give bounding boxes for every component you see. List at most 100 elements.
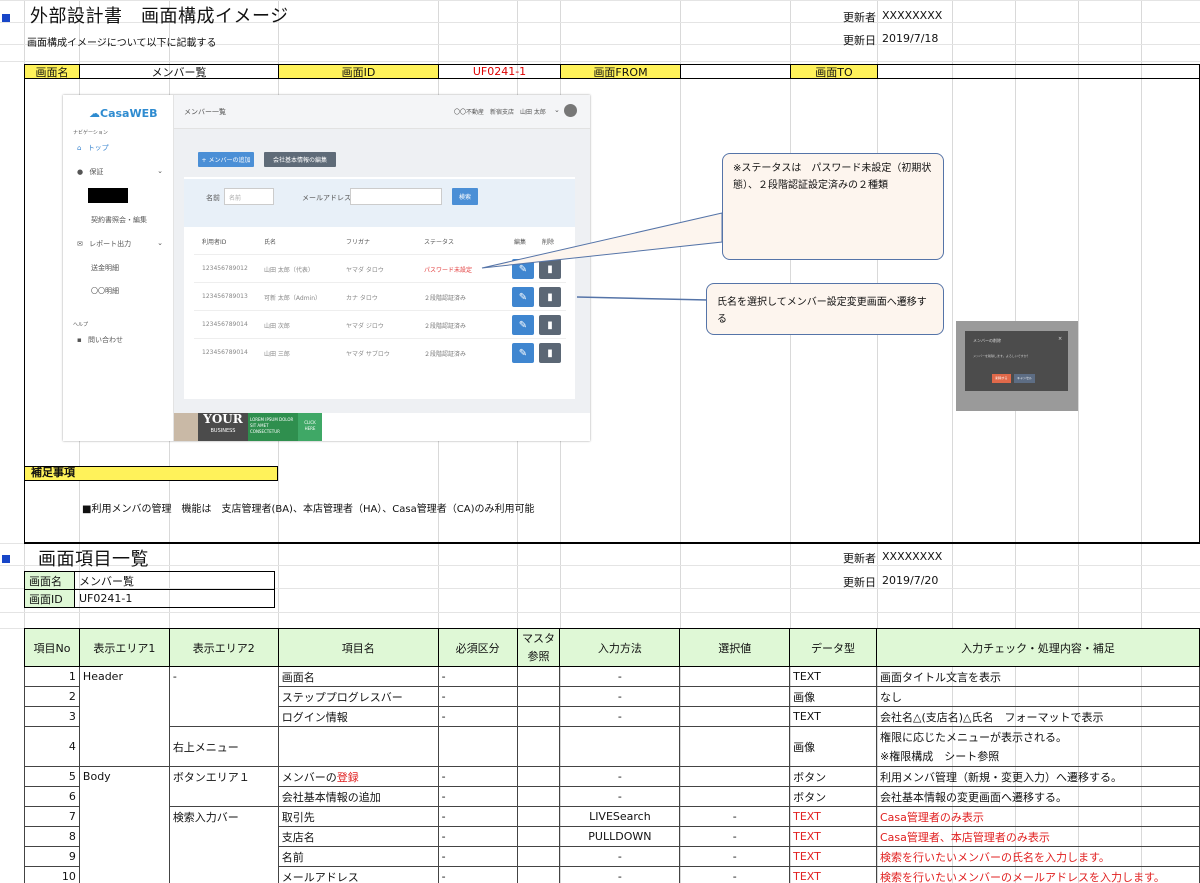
table-cell-type: TEXT: [789, 666, 877, 687]
table-cell-input: -: [559, 866, 681, 883]
table-cell-input: -: [559, 786, 681, 807]
section-marker-icon: [2, 555, 10, 563]
table-cell-area2: -: [168, 666, 279, 687]
table-cell-required: -: [437, 666, 518, 687]
table-cell-note: 権限に応じたメニューが表示される。 ※権限構成 シート参照: [876, 726, 1200, 767]
table-cell-select: -: [679, 846, 791, 867]
item-list-updater-value: XXXXXXXX: [882, 550, 943, 563]
table-cell-area2: [168, 686, 279, 707]
table-cell-no: 2: [24, 686, 80, 707]
table-cell-area1: [78, 826, 170, 847]
table-row: 10 メールアドレス - - - TEXT 検索を行いたいメンバーのメールアドレスを入力しま…: [24, 866, 1200, 883]
table-cell-note: 画面タイトル文言を表示: [876, 666, 1200, 687]
table-cell-area1: [78, 786, 170, 807]
table-cell-type: 画像: [789, 686, 877, 707]
table-row: 2 ステッププログレスバー - - 画像 なし: [24, 686, 1200, 707]
table-cell-required: -: [437, 846, 518, 867]
header-cell: 必須区分: [437, 628, 518, 667]
table-cell-name: [277, 726, 439, 767]
table-cell-select: [679, 766, 791, 787]
popup-title: メンバーの削除: [973, 338, 1001, 343]
table-cell-area1: [78, 686, 170, 707]
header-cell: 入力方法: [559, 628, 681, 667]
table-cell-required: -: [437, 806, 518, 827]
table-cell-required: -: [437, 786, 518, 807]
table-cell-master: [516, 726, 561, 767]
table-cell-note: 検索を行いたいメンバーの氏名を入力します。: [876, 846, 1200, 867]
table-row: 6 会社基本情報の追加 - - ボタン 会社基本情報の変更画面へ遷移する。: [24, 786, 1200, 807]
table-cell-name: 支店名: [277, 826, 439, 847]
supplement-note: ■利用メンバの管理 機能は 支店管理者(BA)、本店管理者（HA）、Casa管理…: [82, 504, 535, 515]
table-cell-area2: 右上メニュー: [168, 726, 279, 767]
table-cell-area2: [168, 846, 279, 867]
table-row: 8 支店名 - PULLDOWN - TEXT Casa管理者、本店管理者のみ表示: [24, 826, 1200, 847]
table-cell-note: 会社名△(支店名)△氏名 フォーマットで表示: [876, 706, 1200, 727]
table-cell-no: 1: [24, 666, 80, 687]
table-cell-area1: [78, 866, 170, 883]
table-cell-note: 利用メンバ管理（新規・変更入力）へ遷移する。: [876, 766, 1200, 787]
note-line: なし: [880, 690, 902, 704]
table-cell-area2: ボタンエリア１: [168, 766, 279, 787]
table-cell-input: PULLDOWN: [559, 826, 681, 847]
screen-info-table: 画面名 メンバー覧 画面ID UF0241-1: [24, 571, 275, 608]
table-cell-no: 4: [24, 726, 80, 767]
table-cell-area1: [78, 706, 170, 727]
note-line: 会社基本情報の変更画面へ遷移する。: [880, 790, 1067, 804]
header-cell: 項目名: [277, 628, 439, 667]
table-row: 5 Body ボタンエリア１ メンバーの登録 - - ボタン 利用メンバ管理（新規・変更入力）…: [24, 766, 1200, 787]
table-cell-master: [516, 806, 561, 827]
table-cell-area2: [168, 706, 279, 727]
table-cell-master: [516, 766, 561, 787]
header-cell: 表示エリア2: [168, 628, 279, 667]
header-cell: マスタ参照: [516, 628, 561, 667]
table-row: 4 右上メニュー 画像 権限に応じたメニューが表示される。 ※権限構成 シート参照: [24, 726, 1200, 767]
table-cell-name: 画面名: [277, 666, 439, 687]
table-cell-select: -: [679, 806, 791, 827]
table-cell-name: ログイン情報: [277, 706, 439, 727]
header-cell: 表示エリア1: [78, 628, 170, 667]
item-table: 項目No 表示エリア1 表示エリア2 項目名 必須区分 マスタ参照 入力方法 選…: [24, 628, 1200, 883]
table-cell-required: -: [437, 766, 518, 787]
table-cell-master: [516, 706, 561, 727]
table-cell-note: なし: [876, 686, 1200, 707]
close-icon[interactable]: ×: [1058, 336, 1062, 342]
popup-delete-button[interactable]: 削除する: [992, 374, 1011, 383]
table-cell-note: Casa管理者のみ表示: [876, 806, 1200, 827]
table-cell-select: [679, 686, 791, 707]
note-line: 利用メンバ管理（新規・変更入力）へ遷移する。: [880, 770, 1122, 784]
table-cell-master: [516, 666, 561, 687]
table-cell-type: TEXT: [789, 706, 877, 727]
table-cell-note: Casa管理者、本店管理者のみ表示: [876, 826, 1200, 847]
table-cell-area2: 検索入力バー: [168, 806, 279, 827]
table-cell-input: [559, 726, 681, 767]
table-cell-input: -: [559, 706, 681, 727]
table-cell-no: 10: [24, 866, 80, 883]
info-screen-name-label: 画面名: [24, 571, 75, 590]
item-list-updated-value: 2019/7/20: [882, 574, 939, 587]
table-cell-master: [516, 686, 561, 707]
info-screen-id-label: 画面ID: [24, 589, 75, 608]
header-cell: 入力チェック・処理内容・補足: [876, 628, 1200, 667]
table-row: 1 Header - 画面名 - - TEXT 画面タイトル文言を表示: [24, 666, 1200, 687]
table-cell-type: TEXT: [789, 846, 877, 867]
table-cell-required: -: [437, 706, 518, 727]
status-callout: ※ステータスは パスワード未設定（初期状態）、２段階認証設定済みの２種類: [722, 153, 944, 260]
popup-cancel-button[interactable]: キャンセル: [1014, 374, 1035, 383]
delete-popup-mock: メンバーの削除 × メンバーを削除します。よろしいですか？ 削除する キャンセル: [956, 321, 1078, 411]
table-cell-select: [679, 786, 791, 807]
table-cell-master: [516, 786, 561, 807]
popup-body: メンバーを削除します。よろしいですか？: [973, 354, 1030, 358]
table-cell-master: [516, 846, 561, 867]
table-header-row: 項目No 表示エリア1 表示エリア2 項目名 必須区分 マスタ参照 入力方法 選…: [24, 628, 1200, 667]
table-row: 9 名前 - - - TEXT 検索を行いたいメンバーの氏名を入力します。: [24, 846, 1200, 867]
table-cell-note: 会社基本情報の変更画面へ遷移する。: [876, 786, 1200, 807]
table-cell-no: 3: [24, 706, 80, 727]
table-cell-required: [437, 726, 518, 767]
table-cell-area1: [78, 726, 170, 767]
table-cell-input: LIVESearch: [559, 806, 681, 827]
table-cell-select: -: [679, 826, 791, 847]
table-cell-required: -: [437, 866, 518, 883]
table-cell-note: 検索を行いたいメンバーのメールアドレスを入力します。: [876, 866, 1200, 883]
table-cell-name: 名前: [277, 846, 439, 867]
table-cell-required: -: [437, 686, 518, 707]
